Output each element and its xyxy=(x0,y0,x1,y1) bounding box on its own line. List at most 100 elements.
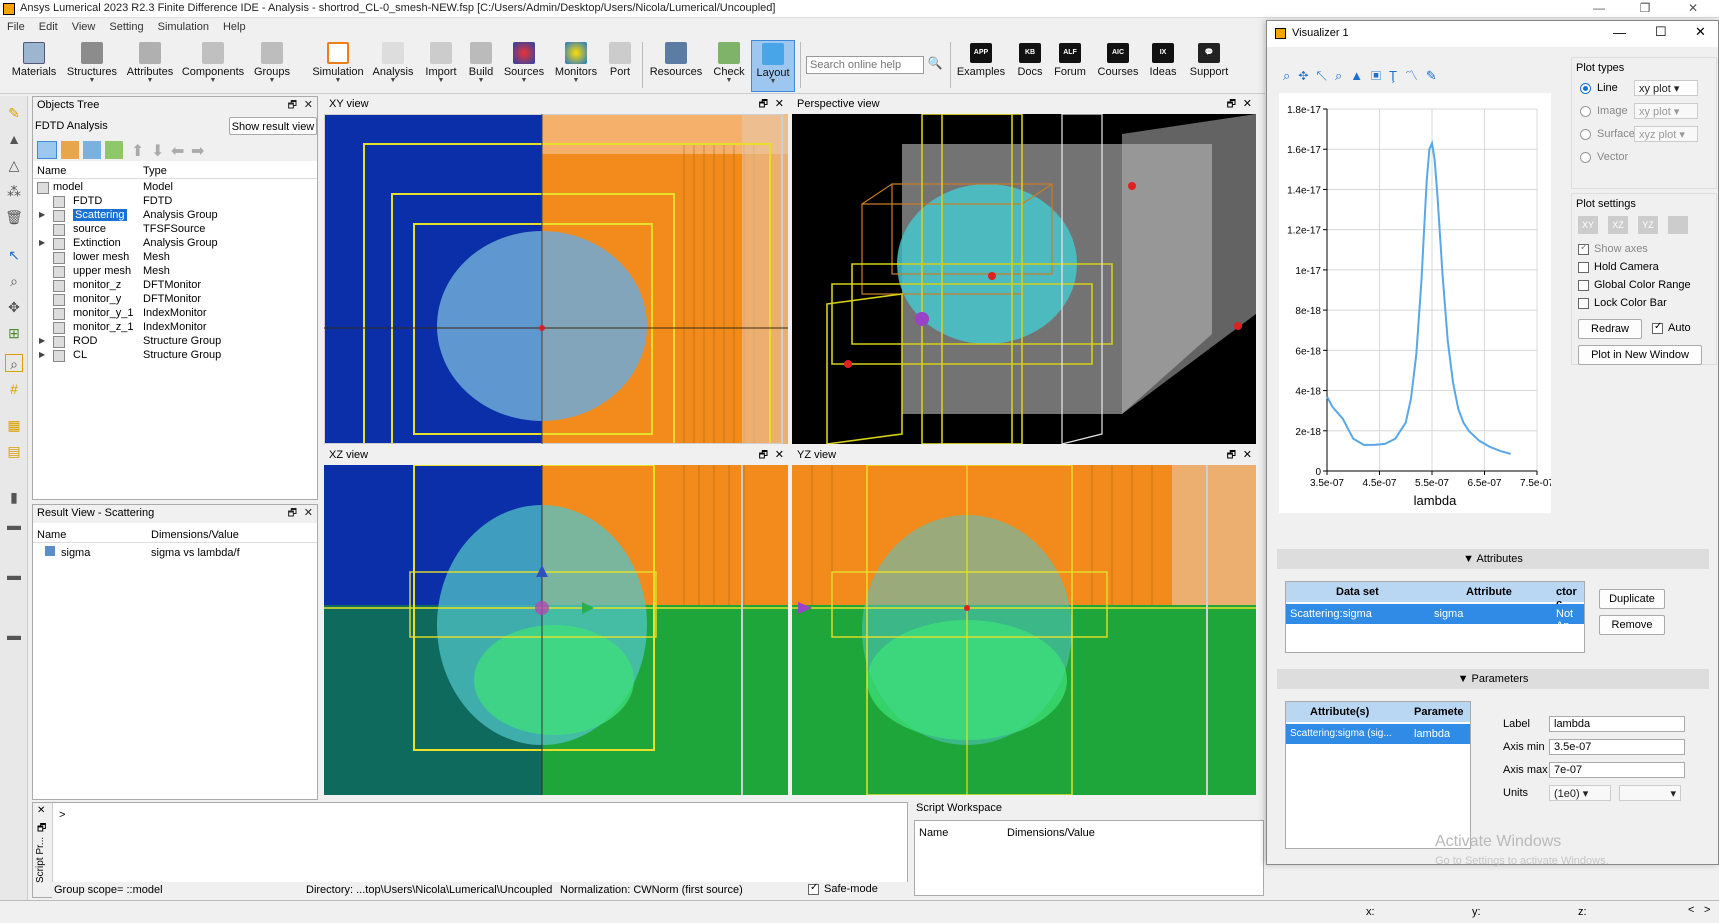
view-xy-button[interactable]: XY xyxy=(1578,216,1598,234)
analysis-tree-icon[interactable] xyxy=(37,141,57,159)
redraw-button[interactable]: Redraw xyxy=(1578,319,1642,339)
move-up-icon[interactable]: ▲ xyxy=(5,130,23,148)
sigma-line-chart[interactable]: 0 2e-18 4e-18 6e-18 8e-18 1e-17 1.2e-17 1.4e-17… xyxy=(1279,93,1551,513)
layout-button[interactable]: Layout ▼ xyxy=(751,40,795,92)
ideas-button[interactable]: IX Ideas xyxy=(1148,40,1178,92)
maximize-icon[interactable]: ❐ xyxy=(1622,0,1668,18)
global-color-range-checkbox[interactable]: Global Color Range xyxy=(1578,279,1691,291)
safe-mode-checkbox[interactable]: Safe-mode xyxy=(808,882,878,895)
tree-row-lower-mesh[interactable]: lower mesh Mesh xyxy=(33,251,317,265)
monitors-button[interactable]: Monitors ▼ xyxy=(552,40,600,92)
tree-row-cl[interactable]: ▶ CL Structure Group xyxy=(33,349,317,363)
attributes-button[interactable]: Attributes ▼ xyxy=(124,40,176,92)
menu-help[interactable]: Help xyxy=(216,18,253,36)
tree-row-monitor-y[interactable]: monitor_y DFTMonitor xyxy=(33,293,317,307)
arrow-down-icon[interactable]: ⬇ xyxy=(151,141,164,161)
attribute-row[interactable]: Scattering:sigma sigma Not Ap xyxy=(1286,604,1584,632)
parameters-section-header[interactable]: ▼ Parameters xyxy=(1277,669,1709,689)
tree-row-extinction[interactable]: ▶ Extinction Analysis Group xyxy=(33,237,317,251)
hold-camera-checkbox[interactable]: Hold Camera xyxy=(1578,261,1659,273)
structures-button[interactable]: Structures ▼ xyxy=(64,40,120,92)
close-view-icon[interactable]: ✕ xyxy=(775,97,784,110)
table-icon[interactable]: ▦ xyxy=(5,416,23,434)
lock-color-bar-checkbox[interactable]: Lock Color Bar xyxy=(1578,297,1667,309)
view-slice-icon[interactable]: ▬ xyxy=(5,626,23,644)
search-icon[interactable]: 🔍 xyxy=(926,56,944,74)
tree-row-model[interactable]: model Model xyxy=(33,181,317,195)
expand-icon[interactable]: ▶ xyxy=(39,350,45,359)
axis-min-field[interactable]: 3.5e-07 xyxy=(1549,739,1685,755)
add-group-icon[interactable] xyxy=(83,141,101,159)
surface-plot-select[interactable]: xyz plot ▾ xyxy=(1634,126,1698,142)
axis-max-field[interactable]: 7e-07 xyxy=(1549,762,1685,778)
tree-row-source[interactable]: source TFSFSource xyxy=(33,223,317,237)
scroll-left-icon[interactable]: < xyxy=(1688,904,1694,916)
menu-file[interactable]: File xyxy=(0,18,32,36)
plot-new-window-button[interactable]: Plot in New Window xyxy=(1578,345,1702,365)
close-view-icon[interactable]: ✕ xyxy=(1243,97,1252,110)
image-plot-select[interactable]: xy plot ▾ xyxy=(1634,103,1698,119)
resources-button[interactable]: Resources xyxy=(648,40,704,92)
script-prompt[interactable]: > xyxy=(59,809,65,821)
yz-view-canvas[interactable] xyxy=(792,465,1256,795)
menu-setting[interactable]: Setting xyxy=(102,18,150,36)
analysis-button[interactable]: Analysis ▼ xyxy=(370,40,416,92)
plot-type-surface-radio[interactable]: Surface xyxy=(1580,128,1635,140)
chart-toolbar[interactable]: ⌕✥↖⌕▲▣Ţ〽✎ xyxy=(1283,65,1543,87)
maximize-icon[interactable]: ☐ xyxy=(1655,24,1667,40)
units-select[interactable]: (1e0) ▾ xyxy=(1549,785,1611,801)
units-suffix-select[interactable]: ▾ xyxy=(1619,785,1681,801)
minimize-icon[interactable]: — xyxy=(1613,25,1626,40)
expand-icon[interactable]: ▶ xyxy=(39,238,45,247)
view-yz-button[interactable]: YZ xyxy=(1638,216,1658,234)
support-button[interactable]: 💬 Support xyxy=(1186,40,1232,92)
xy-view-canvas[interactable] xyxy=(324,114,788,444)
show-axes-checkbox[interactable]: Show axes xyxy=(1578,242,1648,255)
tree-row-upper-mesh[interactable]: upper mesh Mesh xyxy=(33,265,317,279)
sources-button[interactable]: Sources ▼ xyxy=(502,40,546,92)
forum-button[interactable]: ALF Forum xyxy=(1052,40,1088,92)
triangle-icon[interactable]: △ xyxy=(5,156,23,174)
group-icon[interactable]: ⁂ xyxy=(5,182,23,200)
result-row-sigma[interactable]: sigma sigma vs lambda/f xyxy=(33,545,317,561)
build-button[interactable]: Build ▼ xyxy=(464,40,498,92)
examples-button[interactable]: APP Examples xyxy=(956,40,1006,92)
tree-row-scattering[interactable]: ▶ Scattering Analysis Group xyxy=(33,209,317,223)
close-panel-icon[interactable]: ✕ xyxy=(304,506,313,519)
y-slice-icon[interactable]: ▬ xyxy=(5,516,23,534)
x-slice-icon[interactable]: ▮ xyxy=(5,488,23,506)
view-xz-button[interactable]: XZ xyxy=(1608,216,1628,234)
port-button[interactable]: Port xyxy=(604,40,636,92)
arrow-right-icon[interactable]: ➡ xyxy=(191,141,204,161)
expand-icon[interactable]: ▶ xyxy=(39,336,45,345)
zoom-extent-icon[interactable]: ⌕ xyxy=(5,354,23,372)
float-icon[interactable]: 🗗 xyxy=(759,97,768,114)
close-icon[interactable]: ✕ xyxy=(1695,24,1706,40)
tree-row-fdtd[interactable]: FDTD FDTD xyxy=(33,195,317,209)
tree-row-monitor-z-1[interactable]: monitor_z_1 IndexMonitor xyxy=(33,321,317,335)
xz-view-canvas[interactable] xyxy=(324,465,788,795)
label-field[interactable]: lambda xyxy=(1549,716,1685,732)
import-button[interactable]: Import ▼ xyxy=(420,40,462,92)
float-icon[interactable]: 🗗 xyxy=(1227,97,1236,114)
minimize-icon[interactable]: — xyxy=(1576,0,1622,18)
select-icon[interactable]: ↖ xyxy=(5,246,23,264)
scroll-right-icon[interactable]: > xyxy=(1704,904,1710,916)
menu-view[interactable]: View xyxy=(65,18,103,36)
float-icon[interactable]: 🗗 xyxy=(37,821,46,838)
save-icon[interactable] xyxy=(1668,216,1688,234)
auto-checkbox[interactable]: Auto xyxy=(1652,321,1691,334)
close-view-icon[interactable]: ✕ xyxy=(775,448,784,461)
show-result-view-button[interactable]: Show result view xyxy=(229,117,317,135)
close-view-icon[interactable]: ✕ xyxy=(1243,448,1252,461)
tree-row-monitor-y-1[interactable]: monitor_y_1 IndexMonitor xyxy=(33,307,317,321)
close-icon[interactable]: ✕ xyxy=(1670,0,1716,18)
calc-icon[interactable]: ▤ xyxy=(5,442,23,460)
perspective-view-canvas[interactable] xyxy=(792,114,1256,444)
plot-type-line-radio[interactable]: Line xyxy=(1580,82,1618,94)
edit-icon[interactable]: ✎ xyxy=(5,104,23,122)
docs-button[interactable]: KB Docs xyxy=(1014,40,1046,92)
add-script-icon[interactable] xyxy=(105,141,123,159)
simulation-button[interactable]: Simulation ▼ xyxy=(310,40,366,92)
float-icon[interactable]: 🗗 xyxy=(1227,448,1236,465)
